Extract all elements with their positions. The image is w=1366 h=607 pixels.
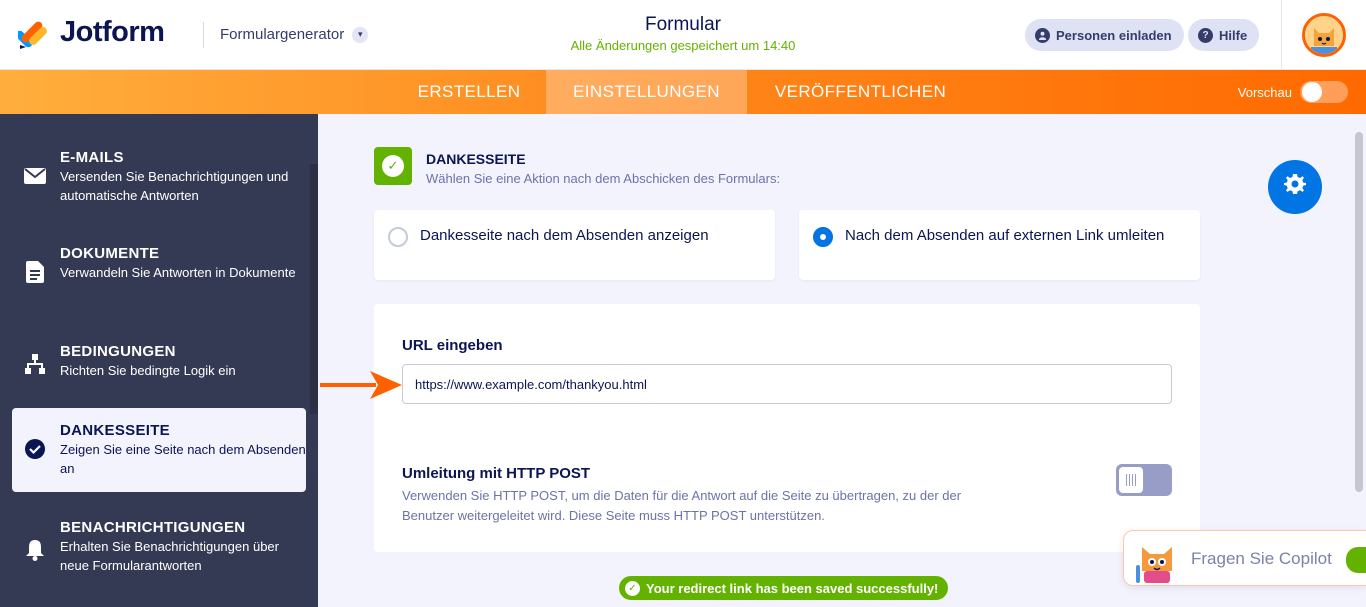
settings-sidebar: E-MAILS Versenden Sie Benachrichtigungen… [0, 114, 318, 607]
url-input[interactable] [402, 364, 1172, 404]
sidebar-item-conditions[interactable]: BEDINGUNGEN Richten Sie bedingte Logik e… [12, 343, 306, 380]
radio-button[interactable] [388, 227, 408, 247]
copilot-button[interactable]: Fragen Sie Copilot [1123, 530, 1366, 586]
invite-label: Personen einladen [1056, 27, 1172, 43]
header-divider-right [1281, 0, 1282, 70]
preview-toggle[interactable] [1300, 81, 1348, 103]
tab-erstellen[interactable]: ERSTELLEN [392, 70, 546, 114]
radio-button-selected[interactable] [813, 227, 833, 247]
main-nav: ERSTELLEN EINSTELLUNGEN VERÖFFENTLICHEN … [0, 70, 1366, 114]
tab-veroeffentlichen[interactable]: VERÖFFENTLICHEN [747, 70, 974, 114]
option-redirect-link[interactable]: Nach dem Absenden auf externen Link umle… [799, 210, 1200, 280]
copilot-label: Fragen Sie Copilot [1191, 549, 1332, 568]
jotform-logo-icon [15, 17, 50, 49]
check-icon: ✓ [625, 580, 640, 596]
mail-icon [24, 165, 46, 187]
url-label: URL eingeben [402, 337, 503, 354]
sidebar-item-desc: Verwandeln Sie Antworten in Dokumente [60, 265, 296, 280]
http-post-description: Verwenden Sie HTTP POST, um die Daten fü… [402, 488, 962, 523]
redirect-settings-card: URL eingeben Umleitung mit HTTP POST Ver… [374, 304, 1200, 552]
sidebar-item-desc: Versenden Sie Benachrichtigungen und aut… [60, 169, 289, 203]
scrollbar-thumb[interactable] [1355, 132, 1363, 492]
chevron-down-icon: ▾ [352, 26, 369, 43]
builder-label: Formulargenerator [220, 26, 345, 43]
tab-einstellungen[interactable]: EINSTELLUNGEN [546, 70, 747, 114]
preview-control: Vorschau [1238, 81, 1348, 103]
form-title[interactable]: Formular [583, 14, 783, 36]
copilot-mascot-icon [1132, 537, 1182, 585]
option-label: Dankesseite nach dem Absenden anzeigen [420, 227, 709, 244]
top-header: Jotform Formulargenerator ▾ Formular All… [0, 0, 1366, 70]
sitemap-icon [24, 353, 46, 375]
option-label: Nach dem Absenden auf externen Link umle… [845, 227, 1165, 244]
annotation-arrow-icon [320, 371, 402, 404]
header-divider [203, 22, 204, 48]
bell-icon [24, 539, 46, 561]
save-status: Alle Änderungen gespeichert um 14:40 [570, 38, 796, 53]
sidebar-item-title: E-MAILS [60, 149, 124, 166]
gear-icon [1283, 172, 1307, 203]
tab-label: VERÖFFENTLICHEN [774, 82, 947, 101]
tab-label: EINSTELLUNGEN [573, 82, 720, 101]
user-icon [1035, 27, 1050, 43]
sidebar-item-desc: Erhalten Sie Benachrichtigungen über neu… [60, 539, 279, 573]
section-title: DANKESSEITE [426, 151, 526, 167]
help-button[interactable]: ? Hilfe [1188, 19, 1260, 51]
success-toast: ✓ Your redirect link has been saved succ… [619, 576, 949, 600]
option-show-thankyou[interactable]: Dankesseite nach dem Absenden anzeigen [374, 210, 775, 280]
avatar[interactable] [1302, 13, 1346, 57]
sidebar-item-emails[interactable]: E-MAILS Versenden Sie Benachrichtigungen… [12, 149, 306, 205]
http-post-toggle[interactable] [1116, 464, 1172, 496]
form-title-block: Formular Alle Änderungen gespeichert um … [571, 14, 796, 53]
jotform-logo[interactable]: Jotform [15, 16, 165, 49]
toast-message: Your redirect link has been saved succes… [646, 580, 939, 596]
invite-button[interactable]: Personen einladen [1025, 19, 1184, 51]
preview-label: Vorschau [1237, 84, 1292, 100]
sidebar-item-notifications[interactable]: BENACHRICHTIGUNGEN Erhalten Sie Benachri… [12, 519, 306, 575]
copilot-status-indicator [1346, 547, 1366, 573]
section-check-icon: ✓ [374, 147, 412, 185]
sidebar-item-desc: Zeigen Sie eine Seite nach dem Absenden … [60, 442, 306, 476]
tab-label: ERSTELLEN [417, 82, 521, 101]
sidebar-item-documents[interactable]: DOKUMENTE Verwandeln Sie Antworten in Do… [12, 245, 306, 283]
question-icon: ? [1198, 27, 1213, 43]
sidebar-item-desc: Richten Sie bedingte Logik ein [60, 363, 236, 378]
document-icon [24, 261, 46, 283]
section-subtitle: Wählen Sie eine Aktion nach dem Abschick… [426, 171, 781, 186]
http-post-label: Umleitung mit HTTP POST [402, 465, 591, 482]
sidebar-item-title: DOKUMENTE [60, 245, 160, 262]
logo-text: Jotform [60, 16, 165, 48]
help-label: Hilfe [1219, 27, 1248, 43]
sidebar-item-title: DANKESSEITE [60, 422, 170, 439]
sidebar-scrollbar[interactable] [310, 164, 318, 414]
sidebar-item-title: BEDINGUNGEN [60, 343, 176, 360]
builder-dropdown[interactable]: Formulargenerator ▾ [220, 26, 369, 43]
check-circle-icon [24, 438, 46, 460]
settings-gear-button[interactable] [1268, 160, 1322, 214]
sidebar-item-thankyou[interactable]: DANKESSEITE Zeigen Sie eine Seite nach d… [12, 408, 306, 492]
sidebar-item-title: BENACHRICHTIGUNGEN [60, 519, 246, 536]
